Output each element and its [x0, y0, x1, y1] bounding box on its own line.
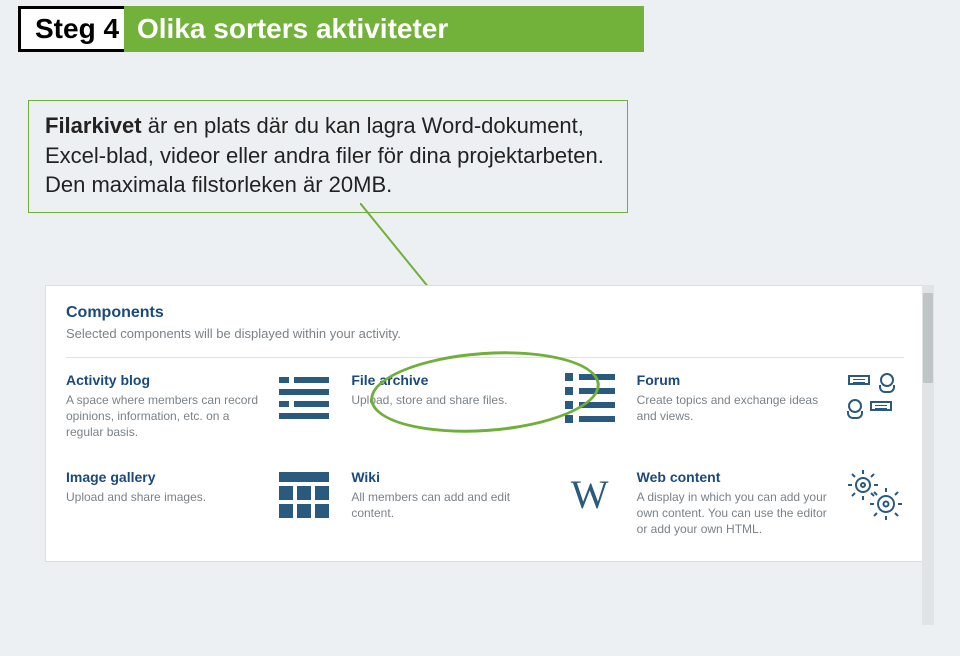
tile-desc: Create topics and exchange ideas and vie… — [637, 392, 832, 424]
panel-subtitle: Selected components will be displayed wi… — [66, 326, 904, 341]
step-title-bar: Olika sorters aktiviteter — [124, 6, 644, 52]
tile-desc: Upload, store and share files. — [351, 392, 546, 408]
tile-desc: Upload and share images. — [66, 489, 261, 505]
wiki-icon: W — [561, 469, 619, 521]
step-badge: Steg 4 — [18, 6, 136, 52]
tile-web-content[interactable]: Web content A display in which you can a… — [637, 469, 904, 538]
scrollbar[interactable] — [922, 285, 934, 625]
divider — [66, 357, 904, 358]
tile-desc: A space where members can record opinion… — [66, 392, 261, 441]
file-archive-icon — [561, 372, 619, 424]
forum-icon — [846, 372, 904, 424]
tile-file-archive[interactable]: File archive Upload, store and share fil… — [351, 372, 618, 441]
tile-image-gallery[interactable]: Image gallery Upload and share images. — [66, 469, 333, 538]
tile-desc: A display in which you can add your own … — [637, 489, 832, 538]
gears-icon — [846, 469, 904, 521]
tile-title: Image gallery — [66, 469, 261, 485]
tile-wiki[interactable]: Wiki All members can add and edit conten… — [351, 469, 618, 538]
tile-desc: All members can add and edit content. — [351, 489, 546, 521]
scrollbar-thumb[interactable] — [923, 293, 933, 383]
callout-box: Filarkivet är en plats där du kan lagra … — [28, 100, 628, 213]
panel-heading: Components — [66, 304, 904, 322]
blog-icon — [275, 372, 333, 424]
image-gallery-icon — [275, 469, 333, 521]
components-grid: Activity blog A space where members can … — [66, 372, 904, 537]
tile-title: Forum — [637, 372, 832, 388]
tile-title: Web content — [637, 469, 832, 485]
tile-forum[interactable]: Forum Create topics and exchange ideas a… — [637, 372, 904, 441]
tile-activity-blog[interactable]: Activity blog A space where members can … — [66, 372, 333, 441]
tile-title: Wiki — [351, 469, 546, 485]
callout-keyword: Filarkivet — [45, 113, 142, 138]
tile-title: File archive — [351, 372, 546, 388]
components-panel: Components Selected components will be d… — [45, 285, 925, 562]
tile-title: Activity blog — [66, 372, 261, 388]
